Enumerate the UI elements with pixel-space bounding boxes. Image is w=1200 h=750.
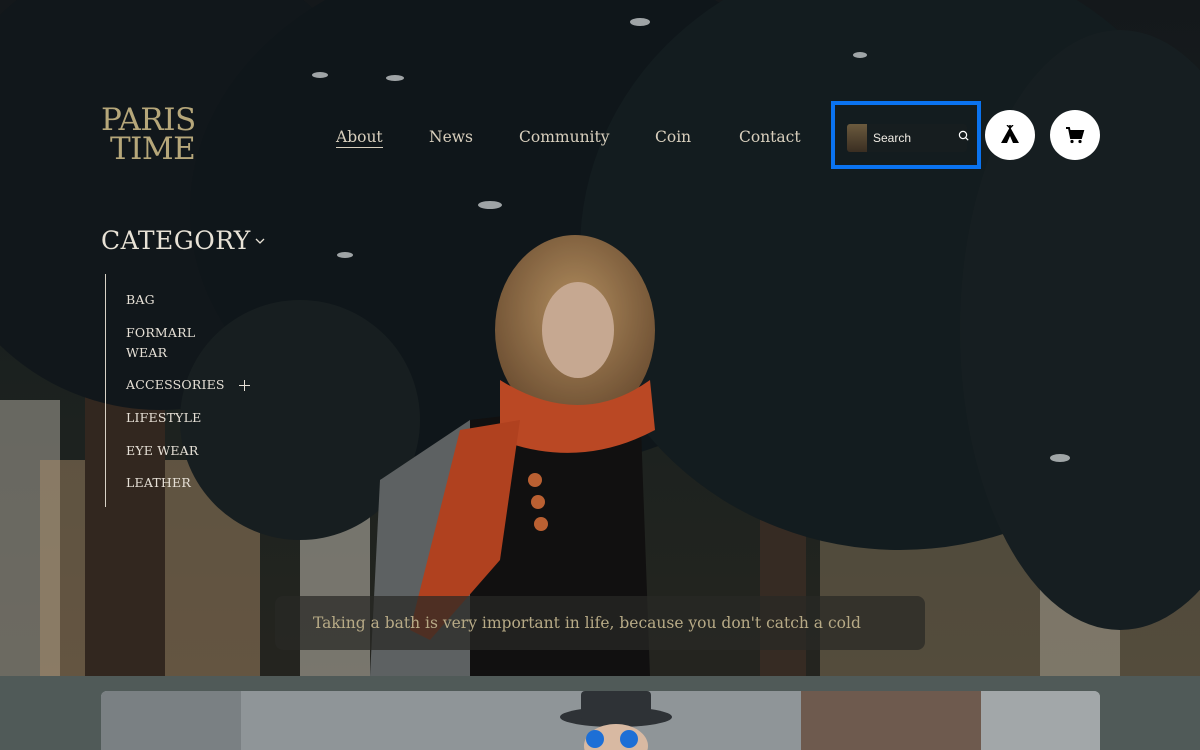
nav-item-news[interactable]: News [429, 128, 473, 146]
search-field[interactable] [847, 124, 969, 152]
nav-item-contact[interactable]: Contact [739, 128, 801, 146]
nav-item-community[interactable]: Community [519, 128, 610, 146]
category-item-bag[interactable]: BAG [126, 290, 155, 310]
category-item-eye-wear[interactable]: EYE WEAR [126, 441, 199, 461]
tent-button[interactable] [985, 110, 1035, 160]
category-list: BAG FORMARL WEAR ACCESSORIES LIFESTYLE E… [105, 274, 266, 507]
product-card[interactable] [101, 691, 1100, 750]
category-item-accessories[interactable]: ACCESSORIES [126, 375, 225, 395]
category-title[interactable]: CATEGORY [101, 226, 251, 255]
search-highlight [831, 101, 981, 169]
nav-item-about[interactable]: About [336, 128, 383, 148]
cart-icon [1066, 127, 1085, 144]
search-icon[interactable] [957, 129, 971, 143]
logo-line-2: TIME [110, 131, 196, 167]
cart-button[interactable] [1050, 110, 1100, 160]
category-item-lifestyle[interactable]: LIFESTYLE [126, 408, 201, 428]
search-input[interactable] [873, 129, 943, 147]
category-item-leather[interactable]: LEATHER [126, 473, 191, 493]
plus-icon[interactable] [239, 380, 250, 391]
product-card-image [101, 691, 1100, 750]
tent-icon [1001, 125, 1019, 143]
brand-logo[interactable]: PARIS TIME [101, 105, 196, 167]
chevron-down-icon[interactable] [255, 236, 265, 246]
hero-caption-text: Taking a bath is very important in life,… [313, 614, 861, 632]
nav-item-coin[interactable]: Coin [655, 128, 691, 146]
hero-caption: Taking a bath is very important in life,… [275, 596, 925, 650]
category-item-formal-wear[interactable]: FORMARL WEAR [126, 323, 206, 363]
search-thumbnail [847, 124, 867, 152]
